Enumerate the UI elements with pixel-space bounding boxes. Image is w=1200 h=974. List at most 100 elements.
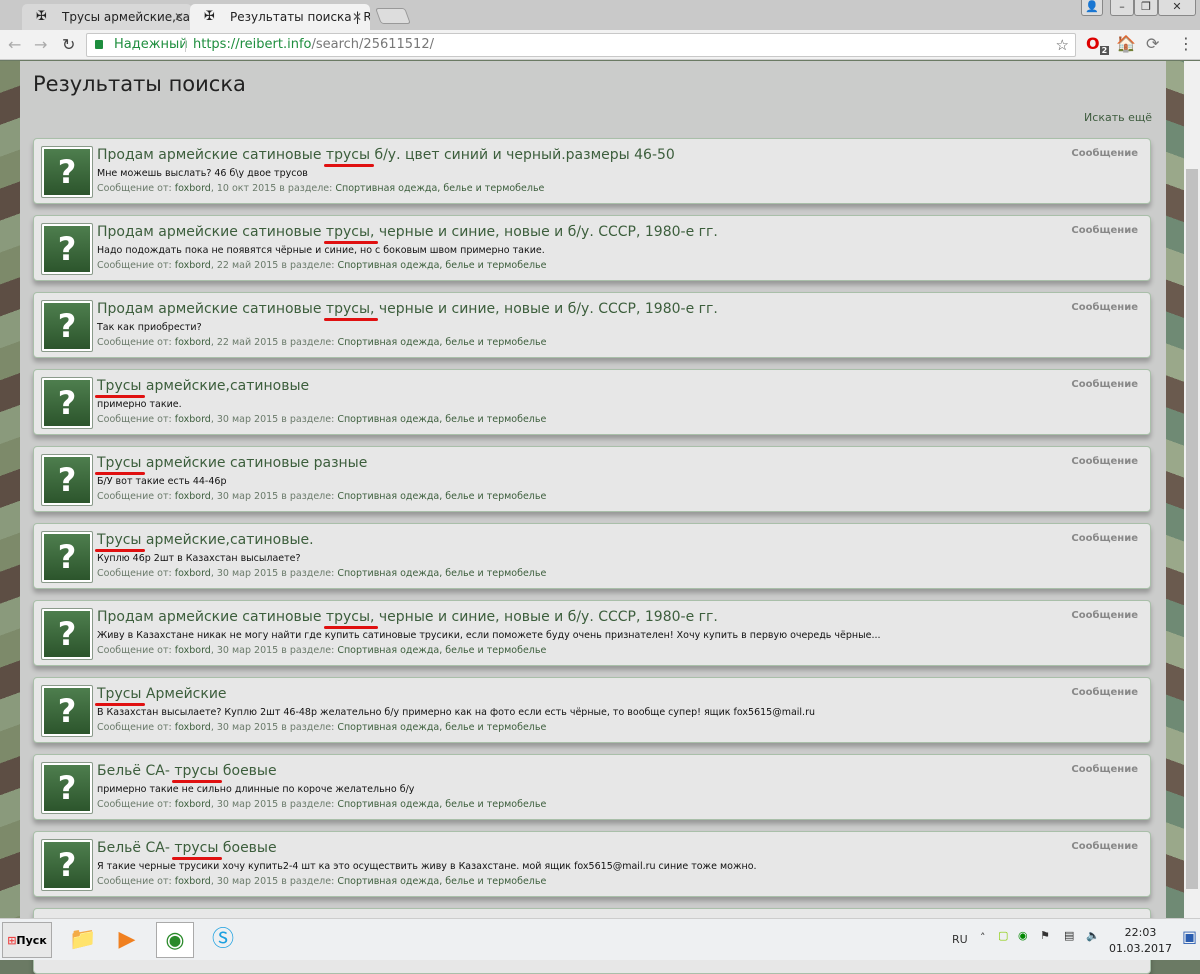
media-player-icon[interactable]: ▶ bbox=[108, 922, 146, 958]
result-meta: Сообщение от: foxbord, 30 мар 2015 в раз… bbox=[97, 876, 547, 887]
avatar[interactable]: ? bbox=[41, 762, 93, 814]
forum-link[interactable]: Спортивная одежда, белье и термобелье bbox=[337, 722, 546, 733]
author-link[interactable]: foxbord bbox=[175, 722, 211, 733]
address-bar[interactable]: Надежный https://reibert.info/search/256… bbox=[86, 33, 1076, 57]
language-indicator[interactable]: RU bbox=[952, 933, 968, 946]
tray-app-icon[interactable]: ◉ bbox=[1018, 929, 1028, 942]
forum-link[interactable]: Спортивная одежда, белье и термобелье bbox=[337, 645, 546, 656]
minimize-button[interactable]: – bbox=[1110, 0, 1134, 16]
forum-link[interactable]: Спортивная одежда, белье и термобелье bbox=[337, 414, 546, 425]
scrollbar-thumb[interactable] bbox=[1186, 169, 1198, 889]
question-mark-icon: ? bbox=[44, 765, 90, 811]
forum-link[interactable]: Спортивная одежда, белье и термобелье bbox=[337, 799, 546, 810]
forum-link[interactable]: Спортивная одежда, белье и термобелье bbox=[337, 568, 546, 579]
result-type: Сообщение bbox=[1071, 302, 1138, 313]
home-extension-icon[interactable]: 🏠 bbox=[1116, 34, 1136, 53]
result-meta: Сообщение от: foxbord, 30 мар 2015 в раз… bbox=[97, 568, 547, 579]
skype-icon[interactable]: Ⓢ bbox=[204, 922, 242, 958]
show-desktop-button[interactable]: ▣ bbox=[1182, 927, 1197, 946]
avatar[interactable]: ? bbox=[41, 146, 93, 198]
explorer-icon[interactable]: 📁 bbox=[64, 922, 102, 958]
opera-extension-icon[interactable]: O2 bbox=[1086, 34, 1110, 56]
browser-toolbar: ← → ↻ Надежный https://reibert.info/sear… bbox=[0, 30, 1200, 60]
back-button[interactable]: ← bbox=[8, 35, 21, 54]
profile-button[interactable]: 👤 bbox=[1081, 0, 1103, 16]
author-link[interactable]: foxbord bbox=[175, 799, 211, 810]
search-more-link[interactable]: Искать ещё bbox=[1084, 111, 1152, 124]
close-icon[interactable]: ✕ bbox=[174, 4, 184, 30]
background-camo bbox=[1166, 61, 1184, 918]
result-title-link[interactable]: Трусы армейские сатиновые разные bbox=[97, 455, 367, 471]
result-snippet: Живу в Казахстане никак не могу найти гд… bbox=[97, 630, 881, 641]
close-icon[interactable]: ✕ bbox=[352, 4, 362, 30]
forum-link[interactable]: Спортивная одежда, белье и термобелье bbox=[337, 260, 546, 271]
question-mark-icon: ? bbox=[44, 688, 90, 734]
avatar[interactable]: ? bbox=[41, 300, 93, 352]
author-link[interactable]: foxbord bbox=[175, 183, 211, 194]
author-link[interactable]: foxbord bbox=[175, 260, 211, 271]
question-mark-icon: ? bbox=[44, 226, 90, 272]
iron-cross-icon: ✠ bbox=[204, 9, 215, 24]
question-mark-icon: ? bbox=[44, 380, 90, 426]
forum-link[interactable]: Спортивная одежда, белье и термобелье bbox=[335, 183, 544, 194]
author-link[interactable]: foxbord bbox=[175, 645, 211, 656]
result-meta: Сообщение от: foxbord, 30 мар 2015 в раз… bbox=[97, 414, 547, 425]
result-title-link[interactable]: Трусы Армейские bbox=[97, 686, 227, 702]
result-title-link[interactable]: Бельё СА- трусы боевые bbox=[97, 840, 277, 856]
result-title-link[interactable]: Трусы армейские,сатиновые bbox=[97, 378, 309, 394]
tab-product[interactable]: ✠Трусы армейские,сатино✕ bbox=[22, 4, 192, 30]
author-link[interactable]: foxbord bbox=[175, 568, 211, 579]
result-type: Сообщение bbox=[1071, 610, 1138, 621]
avatar[interactable]: ? bbox=[41, 685, 93, 737]
tab-search-results[interactable]: ✠ Результаты поиска | REI ✕ bbox=[190, 4, 370, 30]
menu-icon[interactable]: ⋮ bbox=[1178, 34, 1194, 53]
avatar[interactable]: ? bbox=[41, 608, 93, 660]
iron-cross-icon: ✠ bbox=[36, 9, 47, 24]
start-button[interactable]: ⊞Пуск bbox=[2, 922, 52, 958]
url-text: https://reibert.info/search/25611512/ bbox=[193, 37, 434, 52]
search-result: ? Трусы армейские,сатиновые примерно так… bbox=[33, 369, 1151, 435]
avatar[interactable]: ? bbox=[41, 377, 93, 429]
tray-expand-icon[interactable]: ˄ bbox=[980, 931, 986, 944]
result-meta: Сообщение от: foxbord, 30 мар 2015 в раз… bbox=[97, 722, 547, 733]
result-title-link[interactable]: Продам армейские сатиновые трусы б/у. цв… bbox=[97, 147, 675, 163]
result-title-link[interactable]: Продам армейские сатиновые трусы, черные… bbox=[97, 301, 718, 317]
result-snippet: В Казахстан высылаете? Куплю 2шт 46-48р … bbox=[97, 707, 816, 718]
search-result: ? Трусы Армейские В Казахстан высылаете?… bbox=[33, 677, 1151, 743]
action-center-flag-icon[interactable]: ⚑ bbox=[1040, 929, 1050, 942]
result-snippet: Так как приобрести? bbox=[97, 322, 202, 333]
reload-button[interactable]: ↻ bbox=[62, 35, 75, 54]
search-result: ? Продам армейские сатиновые трусы, черн… bbox=[33, 215, 1151, 281]
forum-link[interactable]: Спортивная одежда, белье и термобелье bbox=[337, 337, 546, 348]
result-type: Сообщение bbox=[1071, 533, 1138, 544]
result-title-link[interactable]: Продам армейские сатиновые трусы, черные… bbox=[97, 609, 718, 625]
tray-app-icon[interactable]: ▢ bbox=[998, 929, 1008, 942]
sync-extension-icon[interactable]: ⟳ bbox=[1146, 34, 1159, 53]
new-tab-button[interactable] bbox=[375, 8, 411, 24]
chrome-icon[interactable]: ◉ bbox=[156, 922, 194, 958]
forward-button[interactable]: → bbox=[34, 35, 47, 54]
highlighted-keyword: трусы bbox=[174, 763, 219, 779]
result-title-link[interactable]: Продам армейские сатиновые трусы, черные… bbox=[97, 224, 718, 240]
result-meta: Сообщение от: foxbord, 22 май 2015 в раз… bbox=[97, 260, 547, 271]
avatar[interactable]: ? bbox=[41, 223, 93, 275]
close-window-button[interactable]: ✕ bbox=[1158, 0, 1196, 16]
network-icon[interactable]: ▤ bbox=[1064, 929, 1074, 942]
result-title-link[interactable]: Трусы армейские,сатиновые. bbox=[97, 532, 314, 548]
author-link[interactable]: foxbord bbox=[175, 414, 211, 425]
restore-button[interactable]: ❐ bbox=[1134, 0, 1158, 16]
background-camo bbox=[0, 61, 20, 918]
bookmark-star-icon[interactable]: ☆ bbox=[1056, 34, 1069, 56]
result-title-link[interactable]: Бельё СА- трусы боевые bbox=[97, 763, 277, 779]
avatar[interactable]: ? bbox=[41, 454, 93, 506]
author-link[interactable]: foxbord bbox=[175, 491, 211, 502]
avatar[interactable]: ? bbox=[41, 839, 93, 891]
author-link[interactable]: foxbord bbox=[175, 337, 211, 348]
clock[interactable]: 22:03 01.03.2017 bbox=[1109, 925, 1172, 957]
author-link[interactable]: foxbord bbox=[175, 876, 211, 887]
forum-link[interactable]: Спортивная одежда, белье и термобелье bbox=[337, 491, 546, 502]
forum-link[interactable]: Спортивная одежда, белье и термобелье bbox=[337, 876, 546, 887]
volume-icon[interactable]: 🔈 bbox=[1086, 929, 1100, 942]
scrollbar[interactable] bbox=[1184, 61, 1200, 918]
avatar[interactable]: ? bbox=[41, 531, 93, 583]
